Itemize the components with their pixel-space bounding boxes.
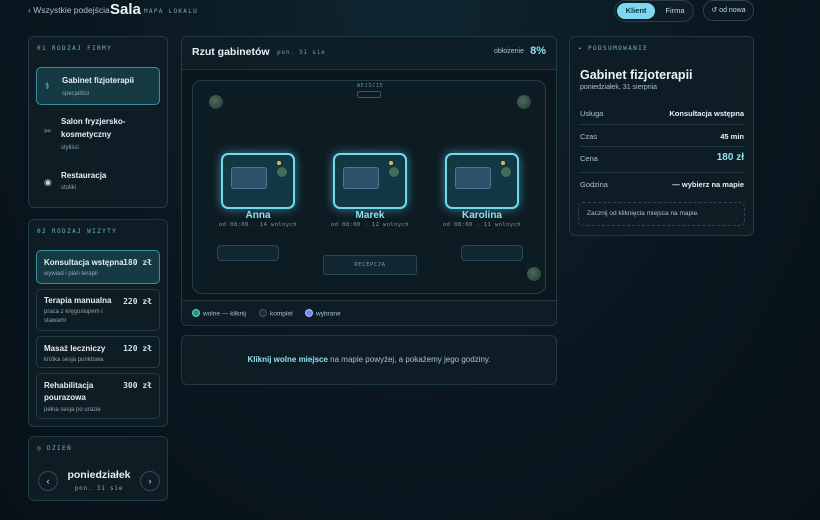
page-title: Sala <box>110 1 141 18</box>
service-price: 220 zł <box>123 297 152 306</box>
business-name: Restauracja <box>61 171 107 180</box>
map-date: pon. 31 sie <box>277 49 326 56</box>
service-desc: krótka sesja punktowa <box>44 357 104 363</box>
hint-panel: Kliknij wolne miejsce na mapie powyżej, … <box>181 335 557 385</box>
service-name: Masaż leczniczy <box>44 344 106 353</box>
chair-icon <box>501 167 511 177</box>
legend-swatch <box>192 309 200 317</box>
summary-row-time: Czas 45 min <box>580 124 744 144</box>
entrance-label: WEJŚCIE <box>357 83 384 89</box>
business-type-panel: 01 RODZAJ FIRMY ⚕ Gabinet fizjoterapii s… <box>28 36 168 208</box>
service-desc: praca z kręgosłupem i stawami <box>44 309 103 324</box>
occupancy-value: 8% <box>530 45 546 57</box>
toggle-firm[interactable]: Firma <box>657 3 693 19</box>
service-item[interactable]: Masaż leczniczy 120 zł krótka sesja punk… <box>36 336 160 368</box>
header: ‹ Wszystkie podejścia Sala MAPA LOKALU K… <box>0 0 820 28</box>
floor-plan-panel: Rzut gabinetów pon. 31 sie obłożenie 8% … <box>181 36 557 326</box>
toggle-client[interactable]: Klient <box>617 3 655 19</box>
status-dot <box>501 161 505 165</box>
service-item[interactable]: Konsultacja wstępna 180 zł wywiad i plan… <box>36 250 160 284</box>
section-label: 01 RODZAJ FIRMY <box>37 45 113 52</box>
legend-full: komplet <box>259 309 293 318</box>
business-item-physio[interactable]: ⚕ Gabinet fizjoterapii specjaliści <box>36 67 160 105</box>
desk-icon <box>231 167 267 189</box>
station-info: od 08:00 · 11 wolnych <box>443 222 521 228</box>
chair-icon <box>389 167 399 177</box>
service-name: Rehabilitacja pourazowa <box>44 381 94 402</box>
visit-type-panel: 02 RODZAJ WIZYTY Konsultacja wstępna 180… <box>28 219 168 427</box>
desk-icon <box>455 167 491 189</box>
business-name: Gabinet fizjoterapii <box>62 76 135 85</box>
business-item-salon[interactable]: ✂ Salon fryzjersko-kosmetyczny styliści <box>36 113 136 157</box>
summary-hint: Zacznij od kliknięcia miejsca na mapie. <box>578 202 745 226</box>
business-name: Salon fryzjersko-kosmetyczny <box>61 117 126 139</box>
summary-panel: ✦ PODSUMOWANIE Gabinet fizjoterapii poni… <box>569 36 754 236</box>
station-anna[interactable] <box>221 153 295 209</box>
service-item[interactable]: Rehabilitacja pourazowa 300 zł pełna ses… <box>36 373 160 419</box>
legend-swatch <box>259 309 267 317</box>
floor-plan-map: WEJŚCIE Anna od 08:00 · 14 wolnych Marek… <box>182 69 556 301</box>
summary-row-price: Cena 180 zł <box>580 146 744 166</box>
reset-button[interactable]: ↺ od nowa <box>703 0 754 21</box>
station-name: Anna <box>245 210 271 221</box>
section-label: ◷ DZIEŃ <box>37 445 73 452</box>
section-label: 02 RODZAJ WIZYTY <box>37 228 118 235</box>
scissors-icon: ✂ <box>44 126 52 136</box>
plant-icon <box>517 95 531 109</box>
room-outline: WEJŚCIE Anna od 08:00 · 14 wolnych Marek… <box>192 80 546 294</box>
station-karolina[interactable] <box>445 153 519 209</box>
service-price: 300 zł <box>123 381 152 390</box>
waiting-bench <box>461 245 523 261</box>
station-marek[interactable] <box>333 153 407 209</box>
page-subtitle: MAPA LOKALU <box>144 8 199 15</box>
plant-icon <box>527 267 541 281</box>
business-sub: specjaliści <box>62 91 90 97</box>
station-name: Karolina <box>461 210 502 221</box>
entrance-door <box>357 91 381 98</box>
station-name: Marek <box>355 210 385 221</box>
business-item-restaurant[interactable]: ◉ Restauracja stoliki <box>36 167 160 197</box>
back-link[interactable]: ‹ Wszystkie podejścia <box>28 5 110 15</box>
waiting-bench <box>217 245 279 261</box>
summary-date: poniedziałek, 31 sierpnia <box>580 84 658 91</box>
business-sub: stoliki <box>61 185 77 191</box>
next-day-button[interactable]: › <box>140 471 160 491</box>
service-item[interactable]: Terapia manualna 220 zł praca z kręgosłu… <box>36 289 160 331</box>
map-title: Rzut gabinetów <box>192 46 270 58</box>
summary-row-service: Usługa Konsultacja wstępna <box>580 109 744 118</box>
summary-title: Gabinet fizjoterapii <box>580 68 693 82</box>
reception-desk: RECEPCJA <box>323 255 417 275</box>
station-info: od 08:00 · 12 wolnych <box>331 222 409 228</box>
client-firm-toggle: Klient Firma <box>614 0 694 22</box>
service-name: Terapia manualna <box>44 296 112 305</box>
service-desc: pełna sesja po urazie <box>44 407 101 413</box>
occupancy-label: obłożenie <box>494 48 524 55</box>
hint-text: Kliknij wolne miejsce na mapie powyżej, … <box>247 355 491 364</box>
legend-free: wolne — kliknij <box>192 309 246 318</box>
service-desc: wywiad i plan terapii <box>44 271 98 277</box>
service-price: 120 zł <box>123 344 152 353</box>
section-label: ✦ PODSUMOWANIE <box>578 45 649 52</box>
service-name: Konsultacja wstępna <box>44 258 124 267</box>
service-price: 180 zł <box>123 258 152 267</box>
summary-row-hour: Godzina — wybierz na mapie <box>580 172 744 192</box>
desk-icon <box>343 167 379 189</box>
status-dot <box>389 161 393 165</box>
day-panel: ◷ DZIEŃ ‹ poniedziałek pon. 31 sie › <box>28 436 168 501</box>
station-info: od 08:00 · 14 wolnych <box>219 222 297 228</box>
plant-icon <box>209 95 223 109</box>
legend-selected: wybrane <box>305 309 341 318</box>
stethoscope-icon: ⚕ <box>45 81 50 91</box>
legend-swatch <box>305 309 313 317</box>
status-dot <box>277 161 281 165</box>
business-sub: styliści <box>61 145 79 151</box>
chair-icon <box>277 167 287 177</box>
plate-icon: ◉ <box>44 177 52 187</box>
